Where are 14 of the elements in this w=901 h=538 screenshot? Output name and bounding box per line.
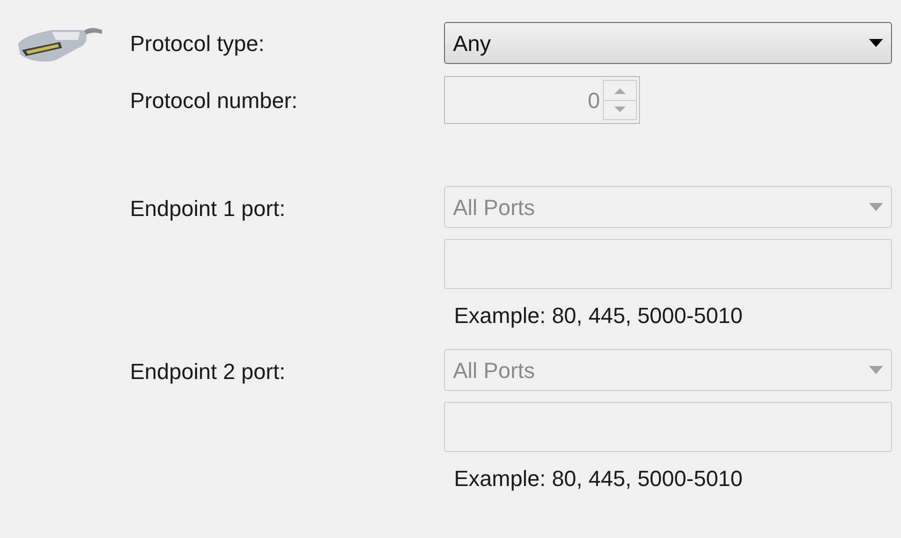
- caret-icon: [869, 203, 883, 211]
- dropdown-value: All Ports: [453, 194, 535, 222]
- example-hint: Example: 80, 445, 5000-5010: [454, 303, 744, 329]
- spinner-value: 0: [588, 86, 600, 114]
- example-hint: Example: 80, 445, 5000-5010: [454, 466, 744, 492]
- dropdown[interactable]: Any: [444, 22, 892, 64]
- field-label: Protocol number:: [130, 86, 299, 114]
- field-label: Endpoint 2 port:: [130, 358, 286, 386]
- dropdown-value: All Ports: [453, 356, 535, 384]
- field-label: Protocol type:: [130, 30, 266, 58]
- caret-icon: [869, 39, 883, 47]
- caret-icon: [869, 366, 883, 374]
- dropdown-value: Any: [453, 30, 491, 58]
- field-label: Endpoint 1 port:: [130, 195, 286, 223]
